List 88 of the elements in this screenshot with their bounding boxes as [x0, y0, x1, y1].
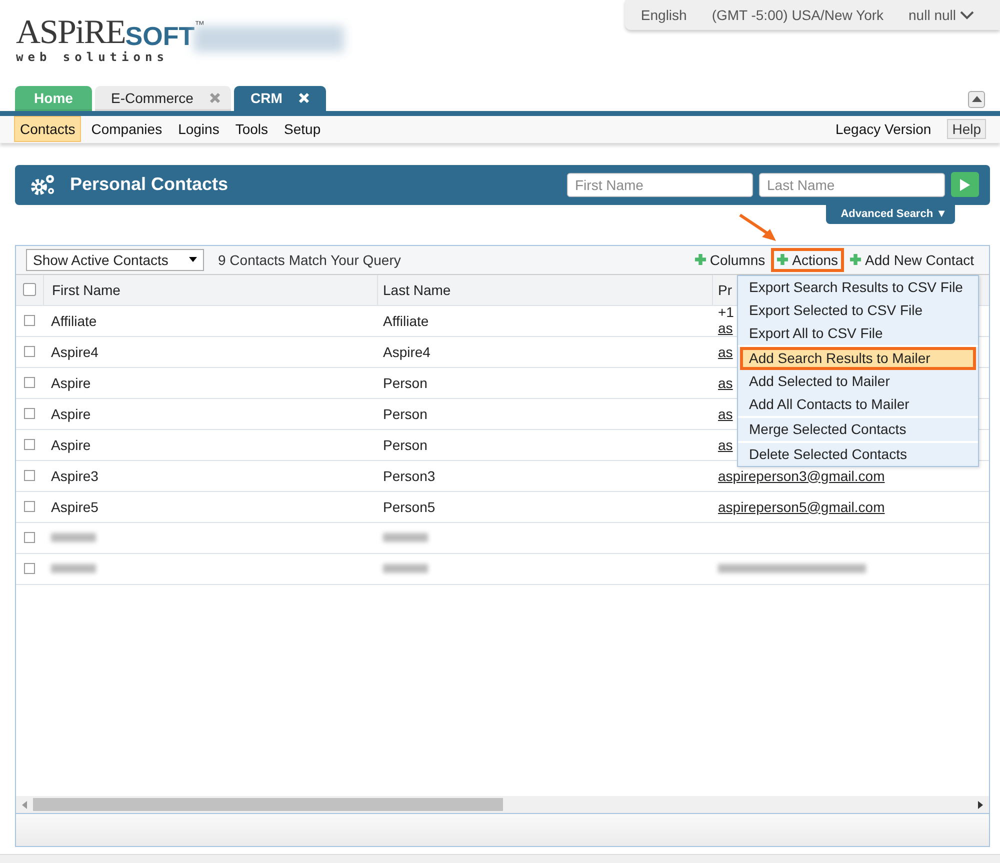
search-button[interactable]	[951, 172, 979, 198]
toolbar-button[interactable]: Add New Contact	[844, 248, 980, 272]
last-name-field[interactable]: Last Name	[759, 172, 945, 197]
logo-text: ASPiRE	[16, 16, 126, 50]
column-header[interactable]: Pr	[718, 282, 732, 298]
email-link[interactable]: as	[718, 406, 733, 422]
menu-item[interactable]: Add All Contacts to Mailer	[740, 392, 976, 416]
nav-item[interactable]: Tools	[229, 116, 274, 142]
row-checkbox[interactable]	[24, 563, 35, 574]
nav-item[interactable]: Contacts	[14, 116, 82, 142]
scroll-left-icon[interactable]	[22, 800, 27, 809]
table-cell: Person	[383, 436, 428, 453]
row-checkbox[interactable]	[24, 439, 35, 450]
scroll-right-icon[interactable]	[978, 800, 983, 809]
menu-item[interactable]: Export Search Results to CSV File	[740, 276, 976, 299]
gears-icon	[30, 172, 56, 197]
legacy-version-link[interactable]: Legacy Version	[829, 116, 938, 142]
row-checkbox[interactable]	[24, 470, 35, 482]
page-title: Personal Contacts	[70, 174, 228, 196]
table-cell: Aspire4	[383, 344, 430, 360]
close-icon[interactable]	[209, 92, 222, 104]
collapse-button[interactable]	[968, 90, 985, 108]
column-header[interactable]: First Name	[52, 282, 120, 298]
table-cell: Affiliate	[51, 312, 97, 329]
row-checkbox[interactable]	[24, 532, 35, 544]
plus-icon	[694, 254, 706, 266]
table-cell: Affiliate	[383, 312, 429, 329]
table-cell: Aspire	[51, 406, 91, 422]
table-cell: Person	[383, 374, 428, 391]
table-cell: Aspire3	[51, 468, 98, 484]
redacted-text	[383, 533, 428, 542]
scrollbar-thumb[interactable]	[33, 798, 502, 812]
menu-item[interactable]: Export Selected to CSV File	[740, 298, 976, 322]
nav-item[interactable]: Setup	[278, 116, 327, 142]
first-name-field[interactable]: First Name	[567, 172, 753, 197]
email-link[interactable]: as	[718, 374, 733, 391]
timezone-link[interactable]: (GMT -5:00) USA/New York	[712, 7, 884, 23]
row-checkbox[interactable]	[24, 346, 35, 358]
table-cell: Person5	[383, 498, 436, 515]
plus-icon	[850, 254, 862, 266]
email-link[interactable]: as	[718, 320, 733, 336]
logo-text: SOFT	[125, 22, 195, 50]
advanced-search-button[interactable]: Advanced Search ▼	[826, 204, 955, 224]
help-button[interactable]: Help	[947, 119, 986, 140]
table-cell: Aspire5	[51, 498, 98, 515]
email-link[interactable]: as	[718, 344, 733, 360]
table-cell: Person3	[383, 468, 436, 484]
menu-item[interactable]: Delete Selected Contacts	[740, 442, 976, 466]
toolbar-button[interactable]: Columns	[688, 248, 772, 272]
email-link[interactable]: aspireperson3@gmail.com	[718, 468, 885, 484]
plus-icon	[777, 254, 788, 266]
table-cell: Person	[383, 406, 428, 422]
row-checkbox[interactable]	[24, 315, 35, 326]
column-header[interactable]: Last Name	[383, 282, 451, 298]
menu-item[interactable]: Merge Selected Contacts	[740, 418, 976, 441]
email-link[interactable]: as	[718, 436, 733, 453]
row-checkbox[interactable]	[24, 501, 35, 512]
caret-icon	[189, 257, 197, 262]
table-cell: Aspire	[51, 436, 91, 453]
table-cell: Aspire4	[51, 344, 98, 360]
table-cell: Aspire	[51, 374, 91, 391]
email-link[interactable]: aspireperson5@gmail.com	[718, 498, 885, 515]
tab[interactable]: CRM	[234, 86, 326, 111]
nav-item[interactable]: Logins	[172, 116, 226, 142]
select-all-checkbox[interactable]	[23, 283, 36, 296]
logo-tagline: web solutions	[16, 50, 170, 64]
trademark-mark: ™	[194, 20, 205, 31]
menu-item[interactable]: Export All to CSV File	[740, 322, 976, 345]
filter-dropdown[interactable]: Show Active Contacts	[26, 248, 204, 271]
play-icon	[960, 178, 970, 191]
user-menu[interactable]: null null	[908, 7, 956, 23]
language-link[interactable]: English	[640, 7, 687, 23]
row-checkbox[interactable]	[24, 408, 35, 420]
result-count: 9 Contacts Match Your Query	[218, 252, 401, 268]
triangle-up-icon	[972, 96, 982, 102]
chevron-down-icon	[960, 10, 974, 20]
tab[interactable]: E-Commerce	[95, 86, 232, 111]
redacted-text	[51, 533, 96, 542]
redacted-text	[51, 564, 96, 574]
nav-item[interactable]: Companies	[85, 116, 168, 142]
redacted-text	[383, 564, 428, 574]
menu-item[interactable]: Add Selected to Mailer	[740, 370, 976, 393]
menu-item[interactable]: Add Search Results to Mailer	[740, 346, 976, 370]
row-checkbox[interactable]	[24, 377, 35, 388]
toolbar-button[interactable]: Actions	[771, 248, 844, 272]
horizontal-scrollbar[interactable]	[16, 796, 989, 814]
phone-text: +1	[718, 305, 734, 320]
annotation-arrow	[738, 212, 778, 243]
